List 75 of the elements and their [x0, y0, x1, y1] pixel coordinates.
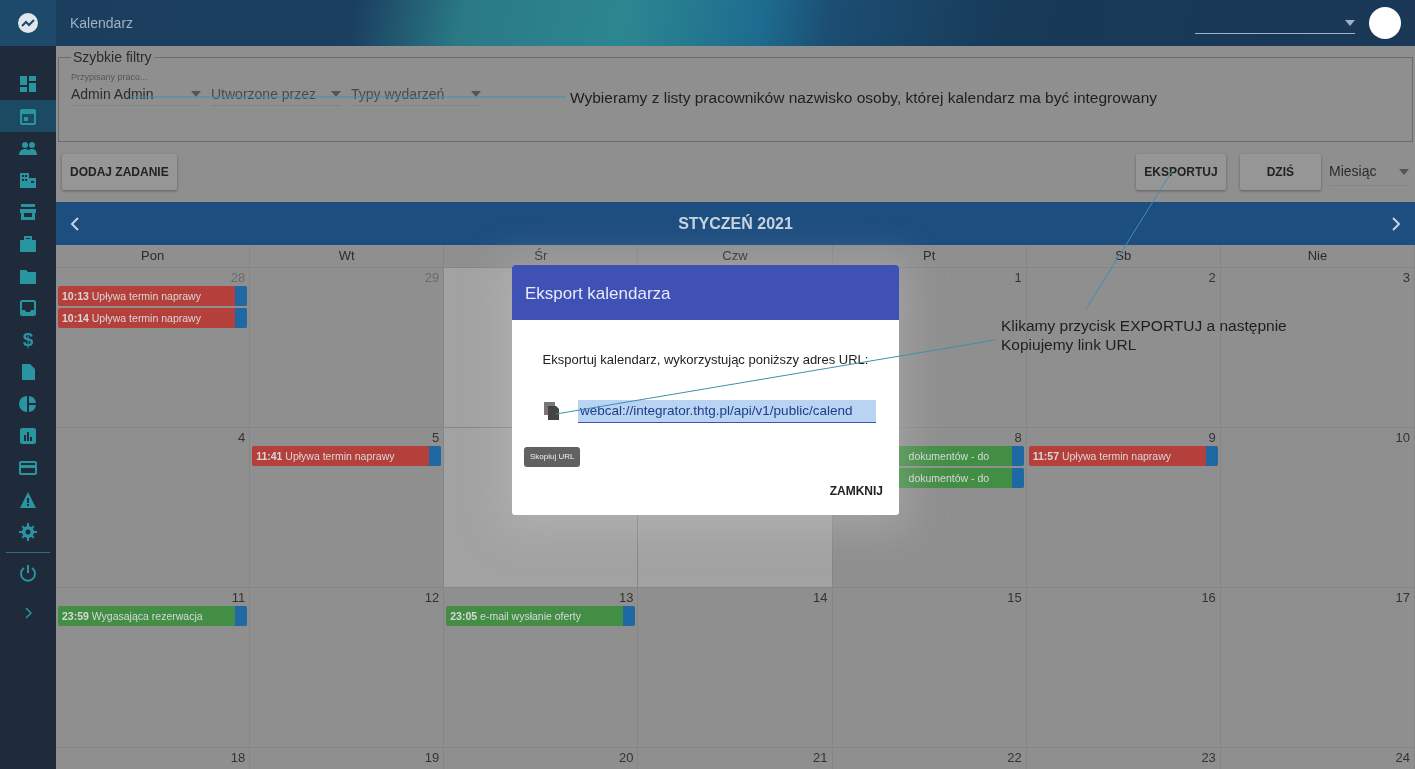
day-number: 9 [1207, 430, 1217, 446]
day-number: 17 [1394, 590, 1411, 606]
weekday-label: Pon [56, 245, 251, 267]
copy-icon[interactable] [544, 402, 560, 421]
url-field[interactable]: webcal://integrator.thtg.pl/api/v1/public/calend [578, 399, 876, 423]
day-number: 20 [617, 750, 635, 766]
chevron-right-icon[interactable] [24, 607, 32, 619]
day-number: 23 [1200, 750, 1217, 766]
employee-select[interactable]: Admin Admin [71, 83, 201, 106]
chevron-left-icon[interactable] [70, 216, 80, 231]
day-number: 8 [1013, 430, 1023, 446]
weekday-label: Nie [1220, 245, 1415, 267]
annotation-text: Wybieramy z listy pracowników nazwisko osoby, której kalendarz ma być integrowany [570, 89, 1158, 108]
store-icon[interactable] [19, 203, 37, 221]
calendar-event[interactable]: 11:57 Upływa termin naprawy [1028, 446, 1218, 466]
warning-icon[interactable] [19, 491, 37, 509]
caret-icon [331, 91, 341, 98]
day-number: 18 [229, 750, 247, 766]
day-number: 21 [812, 750, 829, 766]
power-icon[interactable] [19, 564, 37, 582]
pie-chart-icon[interactable] [19, 395, 37, 413]
caret-icon [1399, 168, 1409, 175]
day-number: 24 [1394, 750, 1411, 766]
calendar-event[interactable]: 11:41 Upływa termin naprawy [252, 446, 442, 466]
caret-icon [191, 91, 201, 98]
weekday-label: Sb [1026, 245, 1221, 267]
day-number: 10 [1394, 430, 1411, 446]
calendar-event[interactable]: 10:14 Upływa termin naprawy [58, 308, 248, 328]
folder-icon[interactable] [19, 267, 37, 285]
calendar-icon[interactable] [19, 107, 37, 125]
day-number: 19 [423, 750, 441, 766]
filters-legend: Szybkie filtry [71, 50, 154, 66]
day-number: 1 [1013, 270, 1023, 286]
day-number: 5 [431, 430, 441, 446]
people-icon[interactable] [19, 139, 37, 157]
dialog-text: Eksportuj kalendarz, wykorzystując poniższy adres URL: [541, 351, 870, 369]
dialog-title: Eksport kalendarza [512, 265, 899, 320]
building-icon[interactable] [19, 171, 37, 189]
calendar-event[interactable]: 23:59 Wygasająca rezerwacja [58, 606, 248, 626]
month-title: STYCZEŃ 2021 [678, 213, 793, 234]
dollar-icon[interactable]: $ [22, 325, 34, 355]
day-number: 2 [1207, 270, 1217, 286]
logo-icon[interactable] [17, 12, 39, 34]
inbox-icon[interactable] [19, 299, 37, 317]
caret-icon [471, 91, 481, 98]
day-number: 3 [1401, 270, 1411, 286]
caret-icon [1345, 19, 1355, 26]
day-number: 4 [236, 430, 247, 446]
bar-chart-icon[interactable] [19, 427, 37, 445]
calendar-event[interactable]: 23:05 e-mail wysłanie oferty [446, 606, 636, 626]
add-task-button[interactable]: DODAJ ZADANIE [62, 154, 177, 190]
day-number: 12 [423, 590, 441, 606]
briefcase-icon[interactable] [19, 235, 37, 253]
sidebar-item-highlight[interactable] [0, 100, 56, 132]
day-number: 14 [812, 590, 829, 606]
export-button[interactable]: EKSPORTUJ [1136, 154, 1226, 190]
filter-select[interactable]: Utworzone przez [211, 71, 341, 107]
filter-select[interactable]: Typy wydarzeń [351, 71, 481, 107]
avatar[interactable] [1369, 7, 1401, 39]
day-number: 11 [230, 590, 247, 606]
tooltip: Skopiuj URL [524, 447, 581, 467]
day-number: 16 [1200, 590, 1217, 606]
day-number: 15 [1006, 590, 1023, 606]
today-button[interactable]: DZIŚ [1239, 154, 1321, 190]
view-select[interactable]: Miesiąc [1329, 158, 1409, 186]
annotation-text: Klikamy przycisk EXPORTUJ a następnie Kopiujemy link URL [1001, 317, 1288, 355]
day-number: 22 [1006, 750, 1023, 766]
page-title: Kalendarz [70, 13, 134, 33]
dashboard-icon[interactable] [19, 75, 37, 93]
weekday-label: Wt [250, 245, 445, 267]
gear-icon[interactable] [19, 523, 37, 541]
day-number: 13 [617, 590, 635, 606]
calendar-event[interactable]: 10:13 Upływa termin naprawy [58, 286, 248, 306]
document-icon[interactable] [19, 363, 37, 381]
card-icon[interactable] [19, 459, 37, 477]
